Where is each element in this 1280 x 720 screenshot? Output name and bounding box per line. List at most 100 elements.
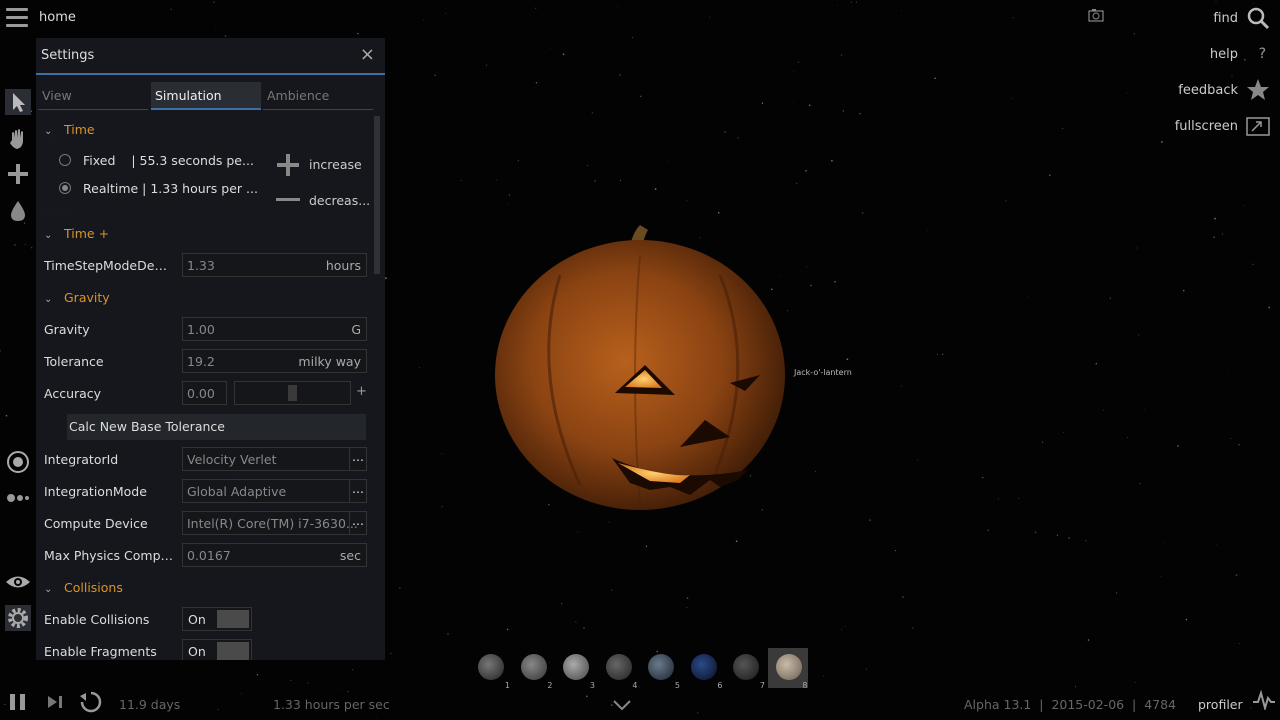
dots-tool-icon[interactable] <box>5 485 31 511</box>
object-thumbnail-3[interactable]: 3 <box>555 648 595 690</box>
more-button[interactable]: ... <box>349 480 366 502</box>
drop-tool-icon[interactable] <box>5 198 31 224</box>
section-time-plus[interactable]: ⌄ Time + <box>44 226 109 241</box>
close-icon[interactable]: × <box>360 44 375 65</box>
chevron-down-icon[interactable] <box>612 699 632 711</box>
star <box>217 709 219 711</box>
enable-fragments-toggle[interactable]: On <box>182 639 252 660</box>
thumbnail-number: 8 <box>802 681 808 690</box>
orbit-tool-icon[interactable] <box>5 449 31 475</box>
integration-mode-label: IntegrationMode <box>44 484 147 499</box>
section-gravity[interactable]: ⌄ Gravity <box>44 290 110 305</box>
minus-icon[interactable] <box>276 198 300 202</box>
object-thumbnail-7[interactable]: 7 <box>725 648 765 690</box>
step-forward-icon[interactable] <box>47 695 65 709</box>
gravity-field[interactable]: 1.00 G <box>182 317 367 341</box>
profiler-link[interactable]: profiler <box>1198 697 1243 712</box>
help-icon[interactable]: ? <box>1259 46 1266 62</box>
star <box>861 212 864 214</box>
star <box>1056 534 1059 536</box>
accuracy-plus-button[interactable]: + <box>356 384 367 399</box>
fullscreen-icon[interactable] <box>1246 116 1270 140</box>
fixed-label: Fixed | 55.3 seconds pe... <box>83 153 254 168</box>
enable-collisions-toggle[interactable]: On <box>182 607 252 631</box>
star <box>798 61 800 63</box>
feedback-link[interactable]: feedback <box>1178 83 1238 98</box>
star <box>810 284 812 287</box>
radio-fixed[interactable] <box>59 154 71 166</box>
home-link[interactable]: home <box>39 10 76 25</box>
star <box>894 550 896 552</box>
star <box>1116 592 1118 594</box>
star <box>1227 370 1229 371</box>
timestep-field[interactable]: 1.33 hours <box>182 253 367 277</box>
star <box>535 7 537 9</box>
star <box>1252 3 1254 5</box>
gear-icon[interactable] <box>5 605 31 631</box>
star <box>535 82 538 84</box>
star <box>686 597 689 599</box>
add-tool-icon[interactable] <box>5 161 31 187</box>
star <box>24 244 26 246</box>
object-thumbnail-6[interactable]: 6 <box>683 648 723 690</box>
tab-simulation[interactable]: Simulation <box>151 82 261 110</box>
calc-base-tolerance-button[interactable]: Calc New Base Tolerance <box>67 414 366 440</box>
star <box>290 679 292 681</box>
compute-device-field[interactable]: Intel(R) Core(TM) i7-3630...... <box>182 511 367 535</box>
camera-icon[interactable] <box>1088 8 1104 22</box>
object-thumbnail-5[interactable]: 5 <box>640 648 680 690</box>
star <box>1103 409 1105 411</box>
help-link[interactable]: help <box>1210 47 1238 62</box>
object-thumbnail-4[interactable]: 4 <box>598 648 638 690</box>
thumbnail-number: 6 <box>717 681 723 690</box>
chevron-down-icon: ⌄ <box>44 126 53 137</box>
star-icon[interactable] <box>1246 78 1270 102</box>
star <box>654 188 657 190</box>
find-link[interactable]: find <box>1213 11 1238 26</box>
integration-mode-field[interactable]: Global Adaptive... <box>182 479 367 503</box>
decrease-button[interactable]: decreas... <box>309 193 370 208</box>
hand-tool-icon[interactable] <box>5 126 31 152</box>
tab-ambience[interactable]: Ambience <box>263 82 373 110</box>
rewind-icon[interactable] <box>79 690 103 714</box>
section-collisions[interactable]: ⌄ Collisions <box>44 580 123 595</box>
select-tool-icon[interactable] <box>5 89 31 115</box>
section-time[interactable]: ⌄ Time <box>44 122 95 137</box>
scrollbar[interactable] <box>374 116 380 274</box>
plus-icon[interactable] <box>276 153 300 177</box>
more-button[interactable]: ... <box>349 512 366 534</box>
star <box>399 587 401 589</box>
max-physics-field[interactable]: 0.0167 sec <box>182 543 367 567</box>
star <box>1244 205 1245 206</box>
star <box>796 182 798 184</box>
menu-icon[interactable] <box>6 8 28 28</box>
star <box>587 165 588 167</box>
fullscreen-link[interactable]: fullscreen <box>1175 119 1238 134</box>
jack-o-lantern-object[interactable] <box>490 215 800 525</box>
star <box>834 281 836 283</box>
profiler-icon[interactable] <box>1252 690 1276 710</box>
increase-button[interactable]: increase <box>309 157 362 172</box>
chevron-down-icon: ⌄ <box>44 230 53 241</box>
star <box>902 596 904 598</box>
accuracy-slider[interactable] <box>234 381 351 405</box>
more-button[interactable]: ... <box>349 448 366 470</box>
star <box>460 179 462 181</box>
star <box>215 26 217 28</box>
integrator-field[interactable]: Velocity Verlet... <box>182 447 367 471</box>
tab-view[interactable]: View <box>38 82 148 110</box>
search-icon[interactable] <box>1246 6 1270 30</box>
pause-icon[interactable] <box>8 693 28 711</box>
accuracy-field[interactable]: 0.00 <box>182 381 227 405</box>
object-thumbnail-8[interactable]: 8 <box>767 648 808 690</box>
object-thumbnail-2[interactable]: 2 <box>513 648 553 690</box>
star <box>441 453 443 455</box>
radio-realtime[interactable] <box>59 182 71 194</box>
object-thumbnail-1[interactable]: 1 <box>470 648 510 690</box>
star <box>709 16 711 18</box>
elapsed-time: 11.9 days <box>119 697 181 712</box>
eye-icon[interactable] <box>5 569 31 595</box>
slider-handle[interactable] <box>288 385 297 401</box>
tolerance-field[interactable]: 19.2 milky way <box>182 349 367 373</box>
object-preview-icon <box>690 654 717 680</box>
